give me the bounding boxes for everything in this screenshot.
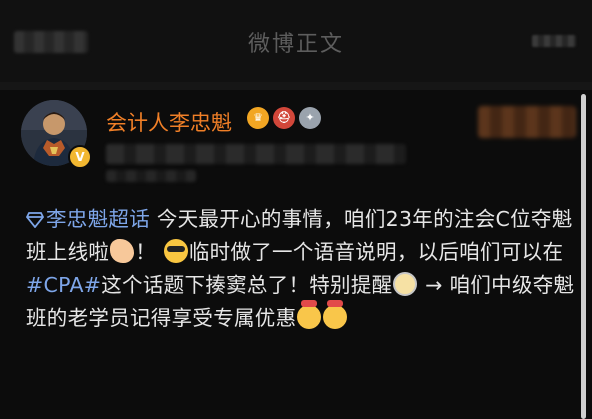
post-meta-blurred [106, 144, 406, 164]
post-text-part-4: 这个话题下揍窦总了！特别提醒 [101, 273, 393, 297]
username[interactable]: 会计人李忠魁 [106, 107, 232, 137]
love-emoji-icon [323, 300, 348, 329]
post-text-part-2: ！ [135, 240, 157, 264]
crown-badge-icon[interactable]: ♛ [247, 107, 269, 129]
helmet-badge-icon[interactable]: ⛑ [273, 107, 295, 129]
clapping-hand-emoji-icon [110, 239, 135, 263]
diamond-icon [26, 212, 44, 228]
scrollbar[interactable] [581, 94, 586, 419]
post-text: 李忠魁超话 今天最开心的事情，咱们23年的注会C位夺魁班上线啦！ 临时做了一个语… [26, 203, 581, 335]
love-emoji-icon [297, 300, 322, 329]
cpa-hashtag-link[interactable]: #CPA# [26, 273, 101, 297]
medal-badge-icon[interactable]: ✦ [299, 107, 321, 129]
post-card: V 会计人李忠魁 ♛ ⛑ ✦ 李忠魁超话 今天最开心的事情，咱们23年的注会C位… [0, 90, 592, 419]
post-text-part-3: 临时做了一个语音说明，以后咱们可以在 [188, 240, 564, 264]
more-button-blurred[interactable] [532, 35, 576, 47]
divider [0, 82, 592, 90]
post-source-blurred [106, 170, 196, 182]
follow-button-blurred[interactable] [478, 106, 576, 138]
top-bar: 微博正文 [0, 0, 592, 82]
super-topic-text: 李忠魁超话 [46, 207, 150, 231]
glasses-emoji-icon [393, 272, 418, 296]
page-title: 微博正文 [247, 32, 344, 57]
verified-icon: V [68, 145, 92, 169]
sunglasses-emoji-icon [163, 239, 188, 263]
super-topic-link[interactable]: 李忠魁超话 [26, 207, 150, 231]
